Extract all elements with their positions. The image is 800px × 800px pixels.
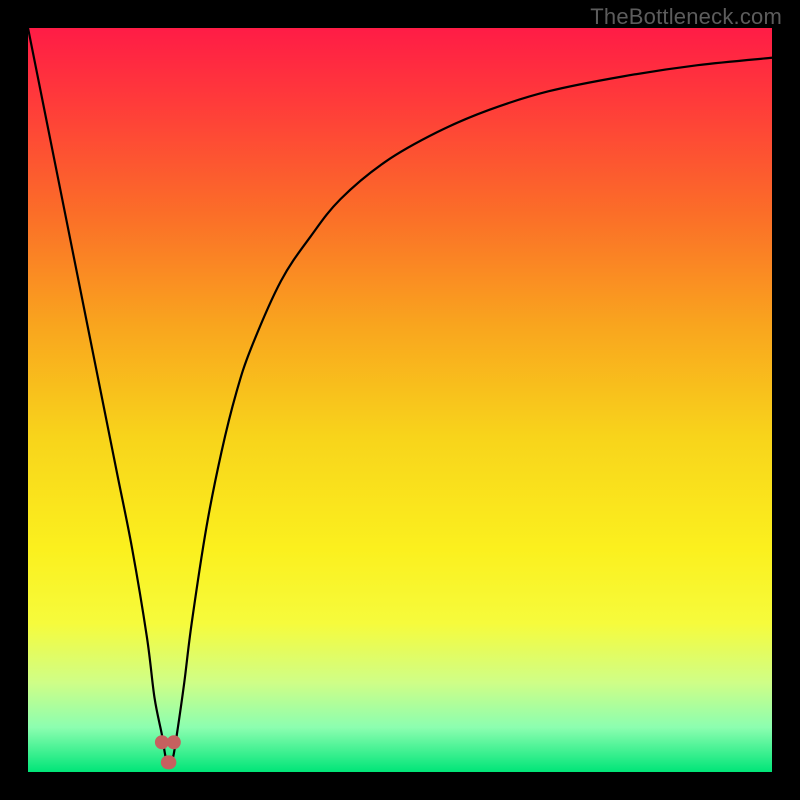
curve-layer: [28, 28, 772, 772]
bottleneck-curve: [28, 28, 772, 765]
minimum-marker: [167, 735, 181, 749]
watermark-text: TheBottleneck.com: [590, 4, 782, 30]
minimum-marker-cluster: [155, 735, 181, 769]
plot-area: [28, 28, 772, 772]
minimum-marker: [162, 755, 176, 769]
minimum-marker: [155, 735, 169, 749]
chart-frame: TheBottleneck.com: [0, 0, 800, 800]
